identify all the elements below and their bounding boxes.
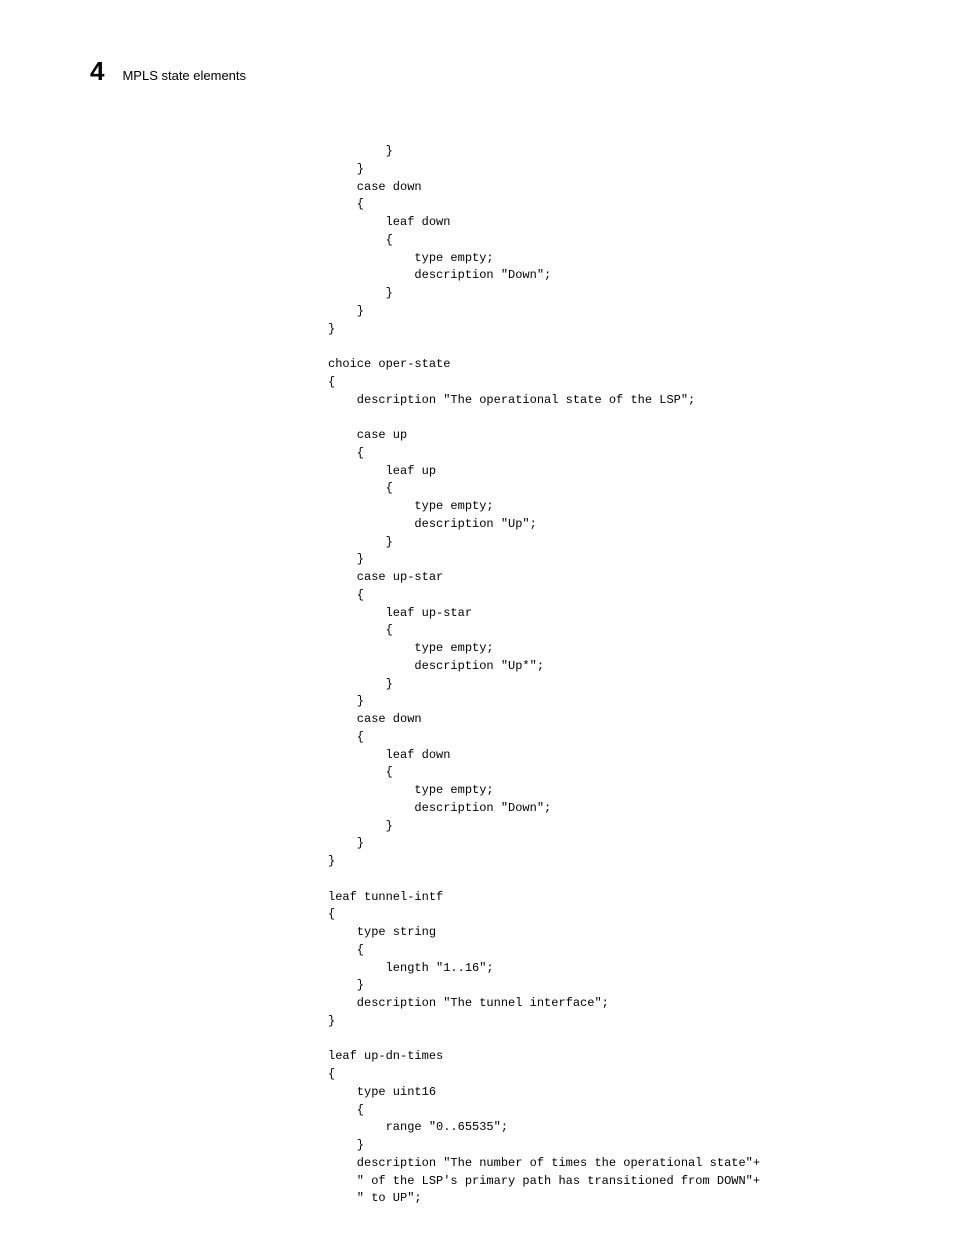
code-block: } } case down { leaf down { type empty; … [0, 143, 954, 1208]
page: 4 MPLS state elements } } case down { le… [0, 0, 954, 1235]
page-header: 4 MPLS state elements [0, 56, 954, 87]
chapter-number: 4 [90, 56, 104, 87]
chapter-title: MPLS state elements [122, 68, 246, 83]
